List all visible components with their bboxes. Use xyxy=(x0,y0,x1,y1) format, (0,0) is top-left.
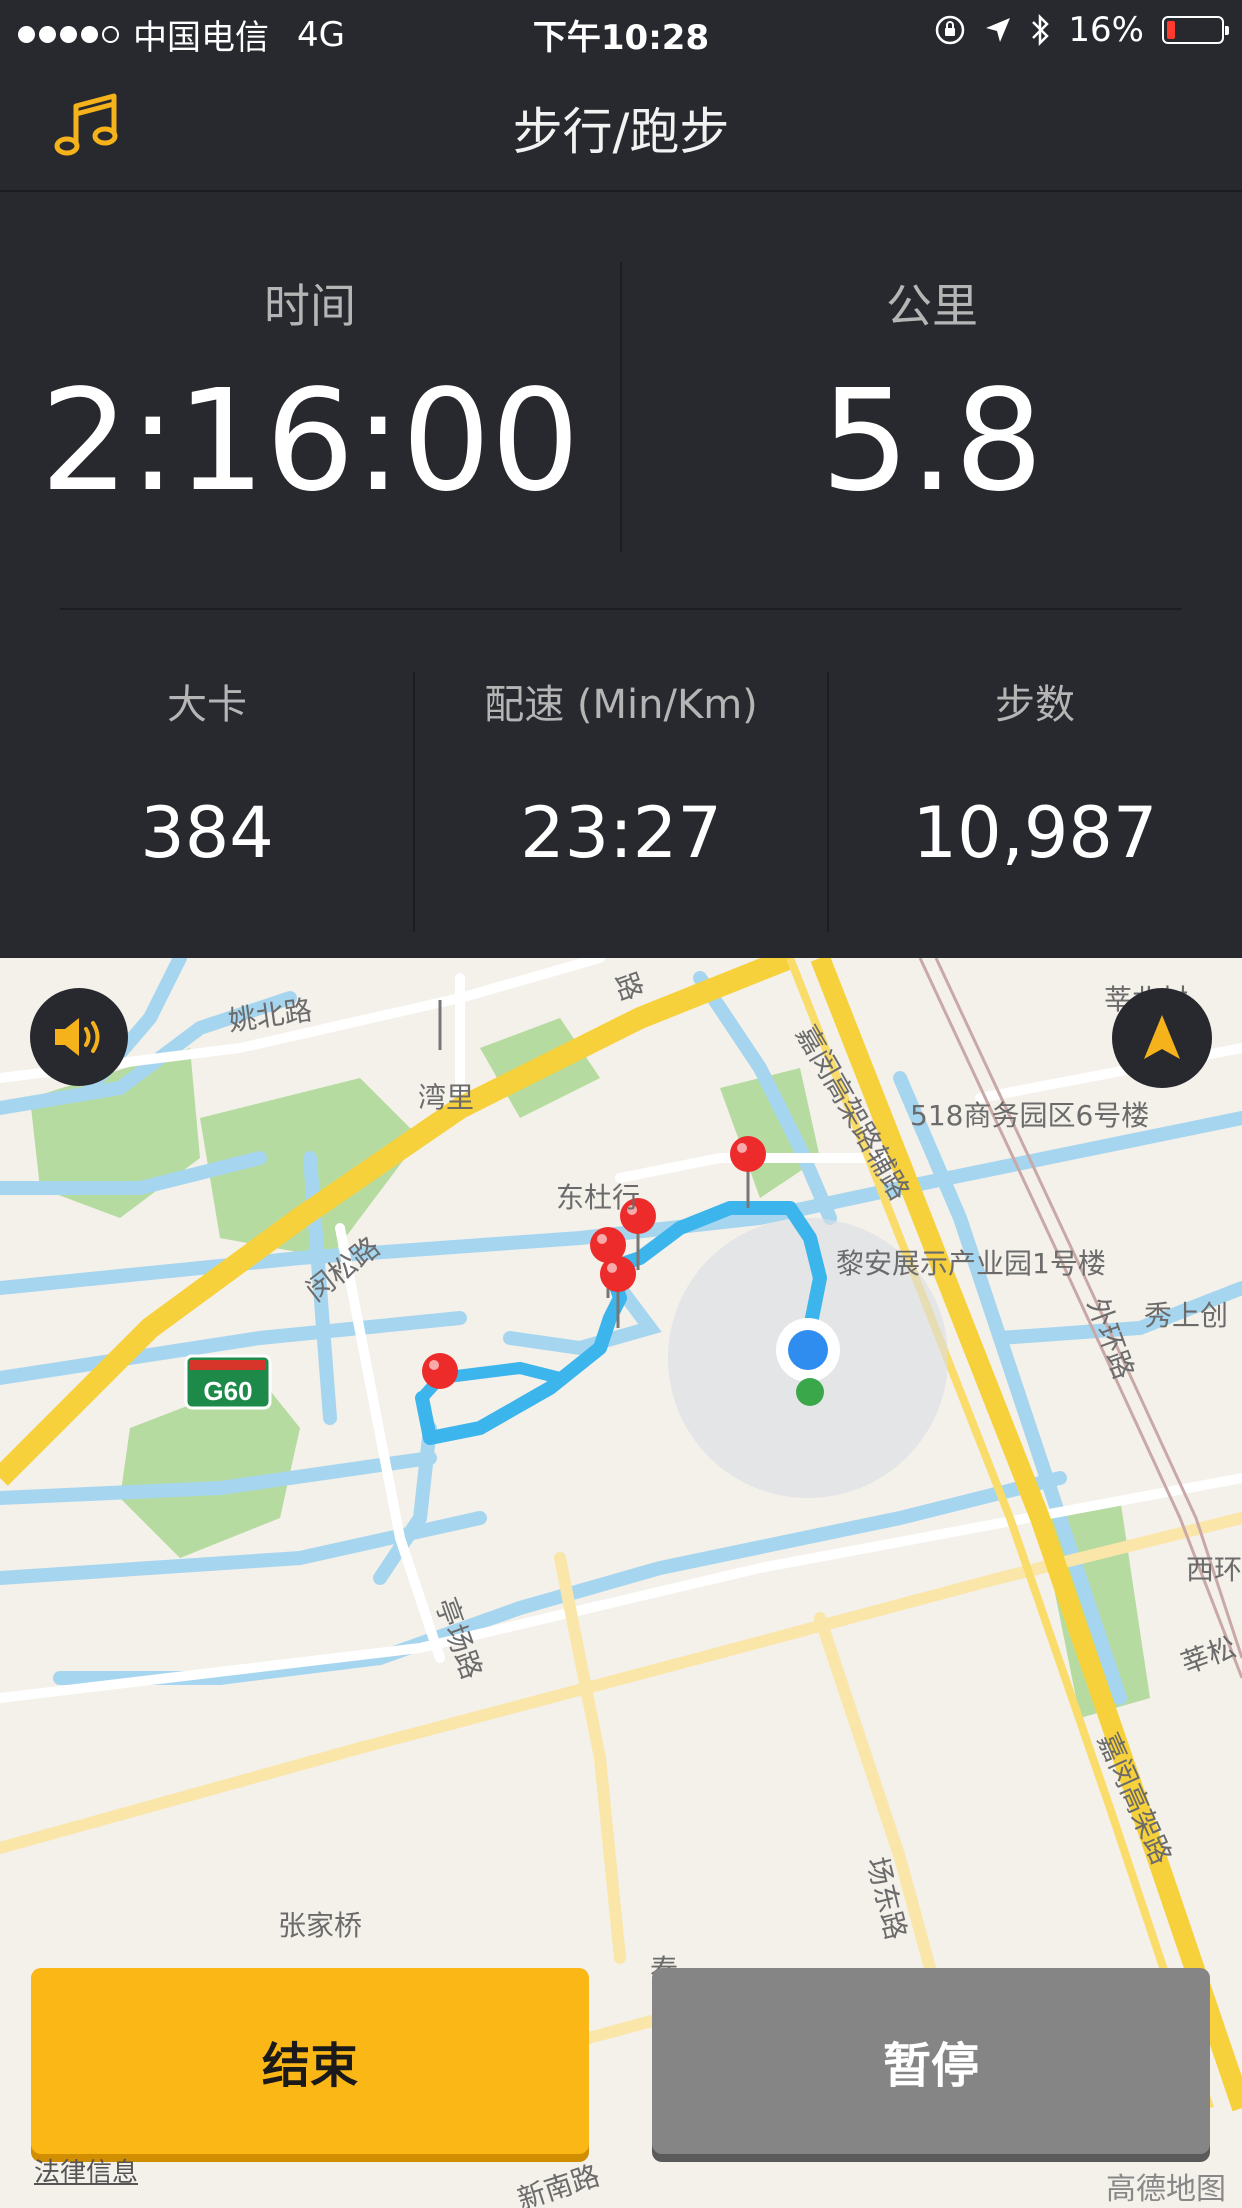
navigation-arrow-icon xyxy=(1144,1015,1180,1059)
map-label: 黎安展示产业园1号楼 xyxy=(836,1247,1106,1280)
divider xyxy=(60,608,1182,610)
distance-stat: 公里 5.8 xyxy=(622,192,1242,602)
pause-button[interactable]: 暂停 xyxy=(652,1968,1210,2154)
battery-icon xyxy=(1162,16,1229,44)
map-label: 东杜行 xyxy=(556,1181,641,1214)
route-pin xyxy=(422,1000,458,1389)
pace-value: 23:27 xyxy=(520,792,722,874)
nav-bar: 步行/跑步 xyxy=(0,62,1242,192)
stats-panel: 时间 2:16:00 公里 5.8 大卡 384 配速 (Min/Km) 23:… xyxy=(0,192,1242,958)
steps-stat: 步数 10,987 xyxy=(828,632,1242,932)
calories-label: 大卡 xyxy=(167,682,247,728)
distance-label: 公里 xyxy=(886,279,978,333)
map-label: 湾里 xyxy=(418,1081,475,1114)
time-stat: 时间 2:16:00 xyxy=(0,192,620,602)
pace-label: 配速 (Min/Km) xyxy=(484,682,758,728)
map-label: 秀上创 xyxy=(1144,1299,1229,1332)
locate-button[interactable] xyxy=(1112,988,1212,1088)
map-provider-logo: 高德地图 xyxy=(1106,2172,1226,2207)
g60-shield-icon: G60 xyxy=(184,1354,272,1410)
speaker-icon xyxy=(55,1018,100,1056)
time-label: 时间 xyxy=(264,279,356,333)
distance-value: 5.8 xyxy=(820,360,1044,523)
bluetooth-icon xyxy=(1032,13,1050,47)
calories-stat: 大卡 384 xyxy=(0,632,414,932)
steps-value: 10,987 xyxy=(912,792,1158,874)
pace-stat: 配速 (Min/Km) 23:27 xyxy=(414,632,828,932)
calories-value: 384 xyxy=(140,792,274,874)
time-value: 2:16:00 xyxy=(40,360,580,523)
location-arrow-icon xyxy=(986,18,1011,42)
start-point-marker xyxy=(796,1378,824,1406)
map-label: 西环 xyxy=(1186,1553,1242,1586)
orientation-lock-icon xyxy=(936,15,965,45)
svg-text:G60: G60 xyxy=(203,1376,252,1406)
page-title: 步行/跑步 xyxy=(512,103,730,161)
end-button[interactable]: 结束 xyxy=(31,1968,589,2154)
legal-info-link[interactable]: 法律信息 xyxy=(34,2152,138,2189)
steps-label: 步数 xyxy=(995,682,1075,728)
voice-toggle-button[interactable] xyxy=(30,988,128,1086)
battery-percent: 16% xyxy=(1068,10,1144,50)
map-label: 518商务园区6号楼 xyxy=(910,1099,1150,1132)
status-bar: 中国电信 4G 下午10:28 16% xyxy=(0,0,1242,62)
map-label: 张家桥 xyxy=(278,1909,363,1942)
